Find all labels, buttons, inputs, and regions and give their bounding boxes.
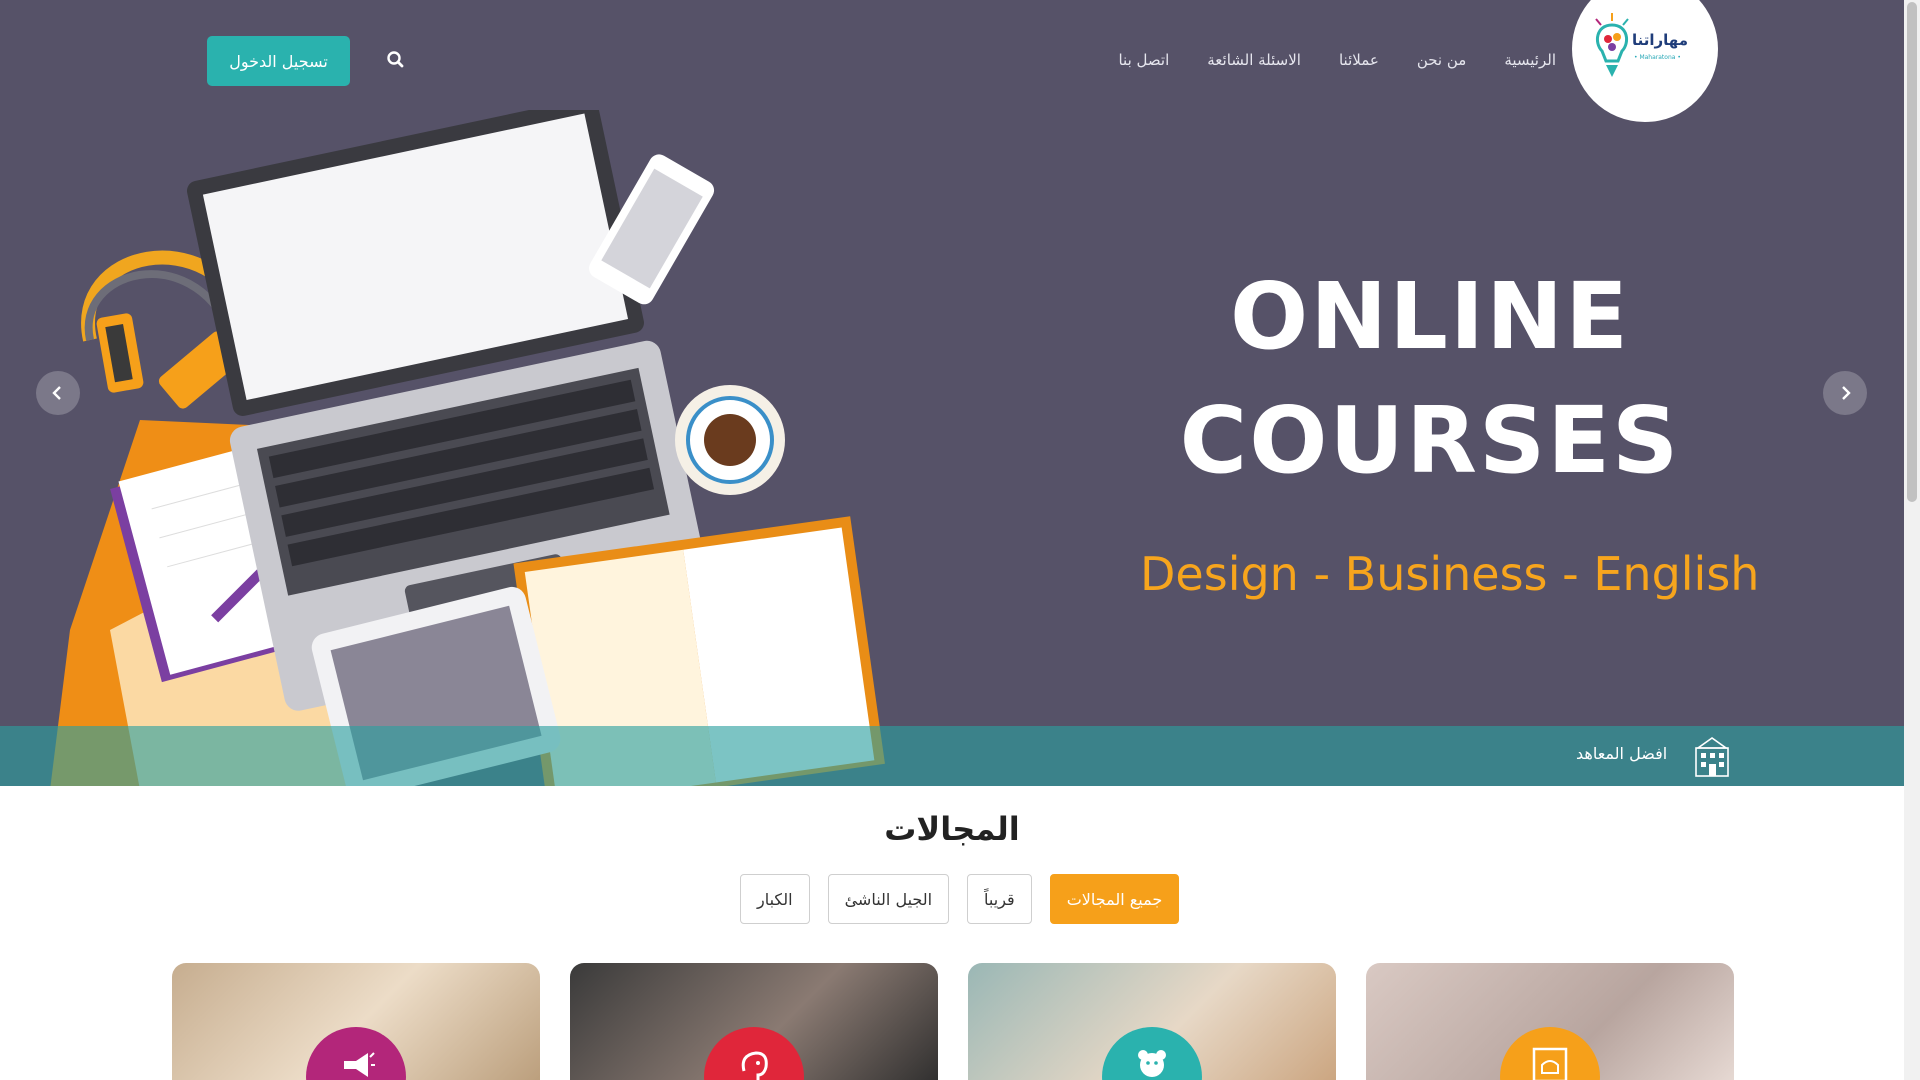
category-card[interactable] xyxy=(570,963,938,1080)
nav-about[interactable]: من نحن xyxy=(1417,51,1467,69)
logo-mark: مهاراتنا • Maharatona • xyxy=(1590,9,1700,89)
framed-cake-icon xyxy=(1532,1047,1568,1080)
lightbulb-icon xyxy=(1595,13,1629,77)
category-cards xyxy=(172,963,1734,1080)
scrollbar-thumb[interactable] xyxy=(1907,2,1917,502)
site-logo[interactable]: مهاراتنا • Maharatona • xyxy=(1572,0,1718,122)
card-icon-circle xyxy=(704,1027,804,1080)
hero-title-line2: COURSES xyxy=(1179,387,1681,494)
logo-text: مهاراتنا xyxy=(1632,31,1688,49)
categories-title: المجالات xyxy=(884,810,1020,848)
filter-all[interactable]: جميع المجالات xyxy=(1049,874,1180,924)
nav-faq[interactable]: الاسئلة الشائعة xyxy=(1207,51,1301,69)
best-institutes-label: افضل المعاهد xyxy=(1576,744,1668,763)
hero-title-line1: ONLINE xyxy=(1230,263,1630,370)
slider-prev-button[interactable] xyxy=(36,371,80,415)
search-icon xyxy=(387,51,404,68)
teddy-bear-icon xyxy=(1138,1050,1166,1077)
elephant-icon xyxy=(741,1051,768,1080)
card-icon-circle xyxy=(306,1027,406,1080)
hero-slider: مهاراتنا • Maharatona • الرئيسية من نحن … xyxy=(0,0,1904,786)
megaphone-icon xyxy=(344,1052,375,1077)
filter-soon[interactable]: قريباً xyxy=(967,874,1032,924)
filter-youth[interactable]: الجيل الناشئ xyxy=(827,874,950,924)
chevron-left-icon xyxy=(52,386,61,400)
card-icon-circle xyxy=(1500,1027,1600,1080)
hero-illustration xyxy=(50,110,885,786)
logo-subtext: • Maharatona • xyxy=(1634,54,1681,61)
slider-next-button[interactable] xyxy=(1823,371,1867,415)
category-filters: جميع المجالات قريباً الجيل الناشئ الكبار xyxy=(740,874,1180,924)
chevron-right-icon xyxy=(1842,386,1851,400)
search-button[interactable] xyxy=(384,48,408,72)
navbar: مهاراتنا • Maharatona • الرئيسية من نحن … xyxy=(0,0,1904,122)
card-icon-circle xyxy=(1102,1027,1202,1080)
main-nav: الرئيسية من نحن عملائنا الاسئلة الشائعة … xyxy=(1086,48,1556,72)
hero-headline: ONLINE COURSES Design - Business - Engli… xyxy=(1140,255,1760,601)
nav-clients[interactable]: عملائنا xyxy=(1339,51,1379,69)
hero-subtitle: Design - Business - English xyxy=(1140,547,1760,601)
nav-home[interactable]: الرئيسية xyxy=(1504,51,1556,69)
page-scrollbar[interactable] xyxy=(1904,0,1920,1080)
category-card[interactable] xyxy=(172,963,540,1080)
nav-contact[interactable]: اتصل بنا xyxy=(1118,51,1169,69)
filter-adults[interactable]: الكبار xyxy=(740,874,810,924)
info-strip: افضل المعاهد xyxy=(0,726,1904,786)
category-card[interactable] xyxy=(1366,963,1734,1080)
category-card[interactable] xyxy=(968,963,1336,1080)
building-icon xyxy=(1695,737,1729,777)
login-button[interactable]: تسجيل الدخول xyxy=(207,36,350,86)
